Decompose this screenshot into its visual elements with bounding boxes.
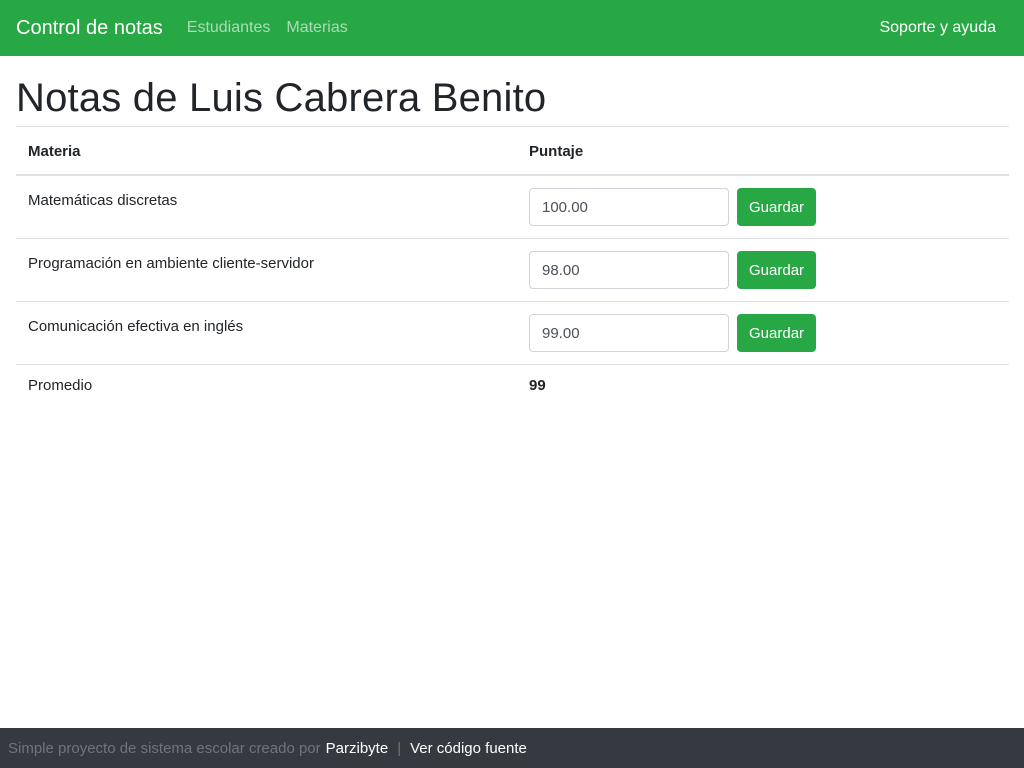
- table-header-row: Materia Puntaje: [16, 126, 1009, 176]
- table-row: Matemáticas discretas Guardar: [16, 174, 1009, 239]
- average-value: 99: [517, 364, 1009, 406]
- table-row: Programación en ambiente cliente-servido…: [16, 238, 1009, 302]
- nav-link-support[interactable]: Soporte y ayuda: [879, 19, 996, 37]
- average-label: Promedio: [16, 364, 517, 406]
- header-materia: Materia: [16, 126, 517, 176]
- brand-link[interactable]: Control de notas: [16, 17, 163, 40]
- main-content: Notas de Luis Cabrera Benito Materia Pun…: [16, 56, 1009, 406]
- average-row: Promedio 99: [16, 364, 1009, 406]
- footer-text: Simple proyecto de sistema escolar cread…: [8, 739, 321, 757]
- nav-link-materias[interactable]: Materias: [286, 19, 347, 37]
- save-button[interactable]: Guardar: [737, 188, 817, 226]
- grades-table: Materia Puntaje Matemáticas discretas Gu…: [16, 126, 1009, 406]
- save-button[interactable]: Guardar: [737, 314, 817, 352]
- subject-name: Matemáticas discretas: [16, 174, 517, 239]
- score-group: Guardar: [529, 314, 997, 352]
- subject-name: Programación en ambiente cliente-servido…: [16, 238, 517, 302]
- nav-link-estudiantes[interactable]: Estudiantes: [187, 19, 271, 37]
- table-row: Comunicación efectiva en inglés Guardar: [16, 301, 1009, 365]
- score-input[interactable]: [529, 251, 729, 289]
- save-button[interactable]: Guardar: [737, 251, 817, 289]
- header-puntaje: Puntaje: [517, 126, 1009, 176]
- footer-separator: |: [397, 739, 402, 757]
- score-group: Guardar: [529, 188, 997, 226]
- page-title: Notas de Luis Cabrera Benito: [16, 76, 547, 120]
- score-input[interactable]: [529, 188, 729, 226]
- score-group: Guardar: [529, 251, 997, 289]
- source-code-link[interactable]: Ver código fuente: [410, 740, 527, 757]
- author-link[interactable]: Parzibyte: [326, 740, 389, 757]
- navbar: Control de notas Estudiantes Materias So…: [0, 0, 1024, 56]
- subject-name: Comunicación efectiva en inglés: [16, 301, 517, 365]
- score-input[interactable]: [529, 314, 729, 352]
- footer: Simple proyecto de sistema escolar cread…: [0, 728, 1024, 768]
